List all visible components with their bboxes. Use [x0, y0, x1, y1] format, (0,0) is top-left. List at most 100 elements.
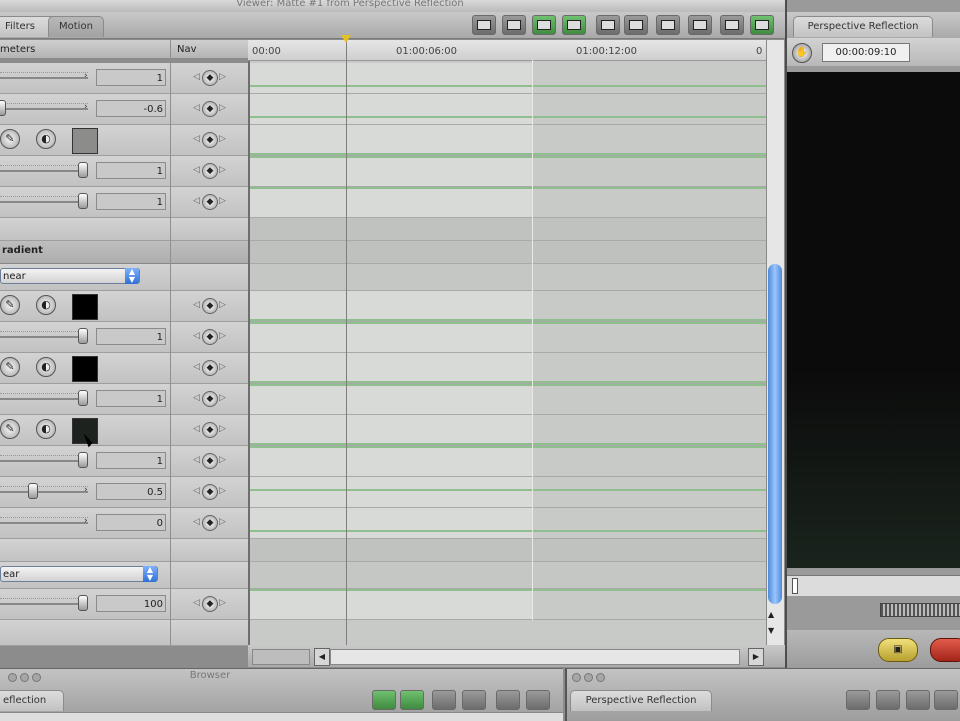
eyedropper-icon[interactable]: ✎	[0, 129, 20, 149]
browser-button-1[interactable]	[372, 690, 396, 710]
window-close-icon[interactable]	[8, 673, 17, 682]
browser-button-6[interactable]	[526, 690, 550, 710]
window-zoom-icon[interactable]	[32, 673, 41, 682]
eyedropper-icon[interactable]: ✎	[0, 357, 20, 377]
eyedropper-icon[interactable]: ✎	[0, 419, 20, 439]
param-value-field[interactable]: 100	[96, 595, 166, 612]
scroll-down-icon[interactable]: ▼	[768, 626, 774, 635]
keyframe-nav[interactable]: ◁ ◆ ▷	[193, 193, 226, 211]
gradient-type-select[interactable]: near ▲ ▼	[0, 268, 140, 284]
window-zoom-icon[interactable]	[596, 673, 605, 682]
horizontal-scrollbar[interactable]	[330, 649, 740, 665]
keyframe-nav[interactable]: ◁ ◆ ▷	[193, 421, 226, 439]
timeline-button-1[interactable]	[846, 690, 870, 710]
keyframe-track[interactable]	[250, 477, 766, 508]
zoom-control[interactable]	[252, 649, 310, 665]
param-slider[interactable]	[0, 598, 88, 605]
param-slider[interactable]	[0, 455, 88, 462]
slider-knob[interactable]	[78, 328, 88, 344]
color-swatch[interactable]	[72, 418, 98, 444]
param-slider[interactable]	[0, 486, 88, 493]
slider-knob[interactable]	[28, 483, 38, 499]
param-slider[interactable]	[0, 517, 88, 524]
keyframe-track[interactable]	[250, 589, 766, 620]
tab-perspective-reflection[interactable]: Perspective Reflection	[793, 16, 933, 37]
add-keyframe-icon[interactable]: ◆	[202, 422, 218, 438]
insert-button[interactable]	[930, 638, 960, 662]
keyframe-track[interactable]	[250, 322, 766, 353]
keyframe-track[interactable]	[250, 446, 766, 477]
timeline-button-3[interactable]	[906, 690, 930, 710]
browser-button-5[interactable]	[496, 690, 520, 710]
slider-knob[interactable]	[78, 162, 88, 178]
tab-browser-project[interactable]: eflection	[0, 690, 64, 711]
add-keyframe-icon[interactable]: ◆	[202, 360, 218, 376]
scroll-up-icon[interactable]: ▲	[768, 610, 774, 619]
keyframe-nav[interactable]: ◁ ◆ ▷	[193, 483, 226, 501]
add-keyframe-icon[interactable]: ◆	[202, 515, 218, 531]
scroll-left-icon[interactable]: ◀	[314, 648, 330, 666]
param-value-field[interactable]: 1	[96, 328, 166, 345]
canvas-video-preview[interactable]	[787, 72, 960, 568]
timeline-button-2[interactable]	[876, 690, 900, 710]
toolbar-button-10[interactable]	[750, 15, 774, 35]
overwrite-button[interactable]: ▣	[878, 638, 918, 662]
toolbar-button-2[interactable]	[502, 15, 526, 35]
keyframe-nav[interactable]: ◁ ◆ ▷	[193, 297, 226, 315]
param-value-field[interactable]: 1	[96, 452, 166, 469]
color-wheel-icon[interactable]: ◐	[36, 419, 56, 439]
browser-button-2[interactable]	[400, 690, 424, 710]
keyframe-track[interactable]	[250, 156, 766, 187]
param-value-field[interactable]: 1	[96, 193, 166, 210]
timeline-ruler[interactable]	[248, 40, 766, 61]
toolbar-button-4[interactable]	[562, 15, 586, 35]
slider-knob[interactable]	[78, 390, 88, 406]
add-keyframe-icon[interactable]: ◆	[202, 101, 218, 117]
slider-knob[interactable]	[0, 100, 6, 116]
keyframe-nav[interactable]: ◁ ◆ ▷	[193, 359, 226, 377]
param-slider[interactable]	[0, 331, 88, 338]
add-keyframe-icon[interactable]: ◆	[202, 484, 218, 500]
keyframe-track[interactable]	[250, 63, 766, 94]
param-value-field[interactable]: 0.5	[96, 483, 166, 500]
scroll-right-icon[interactable]: ▶	[748, 648, 764, 666]
param-slider[interactable]	[0, 196, 88, 203]
section-header-gradient[interactable]: radient	[0, 241, 248, 264]
canvas-scrubber-bar[interactable]	[787, 575, 960, 596]
color-swatch[interactable]	[72, 294, 98, 320]
color-wheel-icon[interactable]: ◐	[36, 129, 56, 149]
toolbar-button-3[interactable]	[532, 15, 556, 35]
param-slider[interactable]	[0, 72, 88, 79]
add-keyframe-icon[interactable]: ◆	[202, 70, 218, 86]
window-minimize-icon[interactable]	[20, 673, 29, 682]
add-keyframe-icon[interactable]: ◆	[202, 596, 218, 612]
add-keyframe-icon[interactable]: ◆	[202, 298, 218, 314]
color-wheel-icon[interactable]: ◐	[36, 357, 56, 377]
param-value-field[interactable]: 1	[96, 162, 166, 179]
param-value-field[interactable]: 1	[96, 390, 166, 407]
canvas-scrubber-playhead[interactable]	[792, 578, 798, 594]
eyedropper-icon[interactable]: ✎	[0, 295, 20, 315]
slider-knob[interactable]	[78, 595, 88, 611]
color-wheel-icon[interactable]: ◐	[36, 295, 56, 315]
keyframe-track[interactable]	[250, 94, 766, 125]
keyframe-nav[interactable]: ◁ ◆ ▷	[193, 69, 226, 87]
toolbar-button-9[interactable]	[720, 15, 744, 35]
toolbar-button-8[interactable]	[688, 15, 712, 35]
add-keyframe-icon[interactable]: ◆	[202, 453, 218, 469]
color-swatch[interactable]	[72, 128, 98, 154]
keyframe-nav[interactable]: ◁ ◆ ▷	[193, 452, 226, 470]
keyframe-track[interactable]	[250, 415, 766, 446]
add-keyframe-icon[interactable]: ◆	[202, 132, 218, 148]
playhead-marker-icon[interactable]	[341, 35, 351, 43]
vertical-scroll-thumb[interactable]	[768, 264, 782, 604]
add-keyframe-icon[interactable]: ◆	[202, 391, 218, 407]
keyframe-nav[interactable]: ◁ ◆ ▷	[193, 131, 226, 149]
param-slider[interactable]	[0, 165, 88, 172]
tab-motion[interactable]: Motion	[48, 16, 104, 37]
keyframe-track[interactable]	[250, 291, 766, 322]
keyframe-nav[interactable]: ◁ ◆ ▷	[193, 514, 226, 532]
color-swatch[interactable]	[72, 356, 98, 382]
keyframe-nav[interactable]: ◁ ◆ ▷	[193, 595, 226, 613]
window-minimize-icon[interactable]	[584, 673, 593, 682]
